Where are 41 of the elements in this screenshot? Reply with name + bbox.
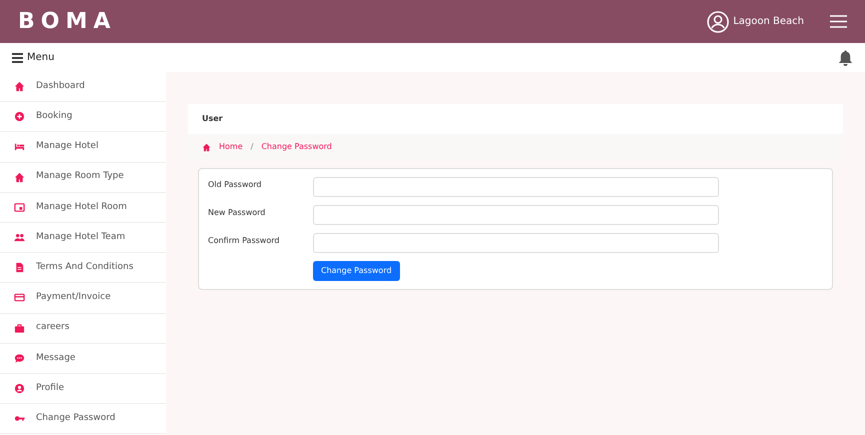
monitor-icon	[14, 202, 25, 213]
people-icon	[14, 232, 25, 244]
user-name[interactable]: Lagoon Beach	[733, 14, 804, 29]
home-icon	[14, 81, 25, 92]
password-field[interactable]	[313, 205, 719, 225]
menu-icon[interactable]	[12, 52, 23, 62]
password-field[interactable]	[313, 233, 719, 253]
page-title: User	[188, 104, 843, 134]
sidebar-item[interactable]: Payment/Invoice	[36, 291, 111, 305]
sidebar-item[interactable]: careers	[36, 321, 70, 335]
sidebar-item[interactable]: Manage Hotel Team	[36, 230, 126, 244]
card-icon	[14, 292, 25, 304]
plus-circle-icon	[14, 111, 25, 122]
field-label: New Password	[208, 207, 266, 219]
sidebar-item[interactable]: Dashboard	[36, 80, 85, 94]
user-icon	[14, 382, 25, 394]
sidebar-item[interactable]: Message	[36, 352, 76, 366]
home-icon	[202, 142, 211, 152]
logo: BOMA	[18, 8, 116, 36]
password-field[interactable]	[313, 177, 719, 197]
user-avatar-icon[interactable]	[707, 10, 730, 32]
sidebar-item[interactable]: Booking	[36, 110, 72, 124]
sidebar-item[interactable]: Change Password	[36, 412, 116, 426]
sidebar-item[interactable]: Manage Hotel	[36, 140, 98, 154]
home-icon	[14, 172, 25, 183]
sidebar-item[interactable]: Manage Hotel Room	[36, 200, 127, 214]
bell-icon[interactable]	[838, 50, 853, 66]
field-label: Old Password	[208, 179, 263, 191]
sidebar-item[interactable]: Terms And Conditions	[36, 260, 134, 274]
sidebar-item[interactable]: Profile	[36, 382, 64, 396]
briefcase-icon	[14, 322, 25, 334]
sidebar-item[interactable]: Manage Room Type	[36, 170, 124, 184]
document-icon	[14, 262, 25, 274]
bed-icon	[14, 141, 25, 152]
menu-label[interactable]: Menu	[27, 50, 54, 65]
breadcrumb-link[interactable]: Change Password	[261, 141, 332, 153]
breadcrumb-link[interactable]: Home	[219, 141, 243, 153]
change-password-button[interactable]: Change Password	[313, 261, 400, 281]
chat-icon	[14, 352, 25, 364]
breadcrumb-separator: /	[250, 141, 254, 153]
field-label: Confirm Password	[208, 235, 280, 247]
